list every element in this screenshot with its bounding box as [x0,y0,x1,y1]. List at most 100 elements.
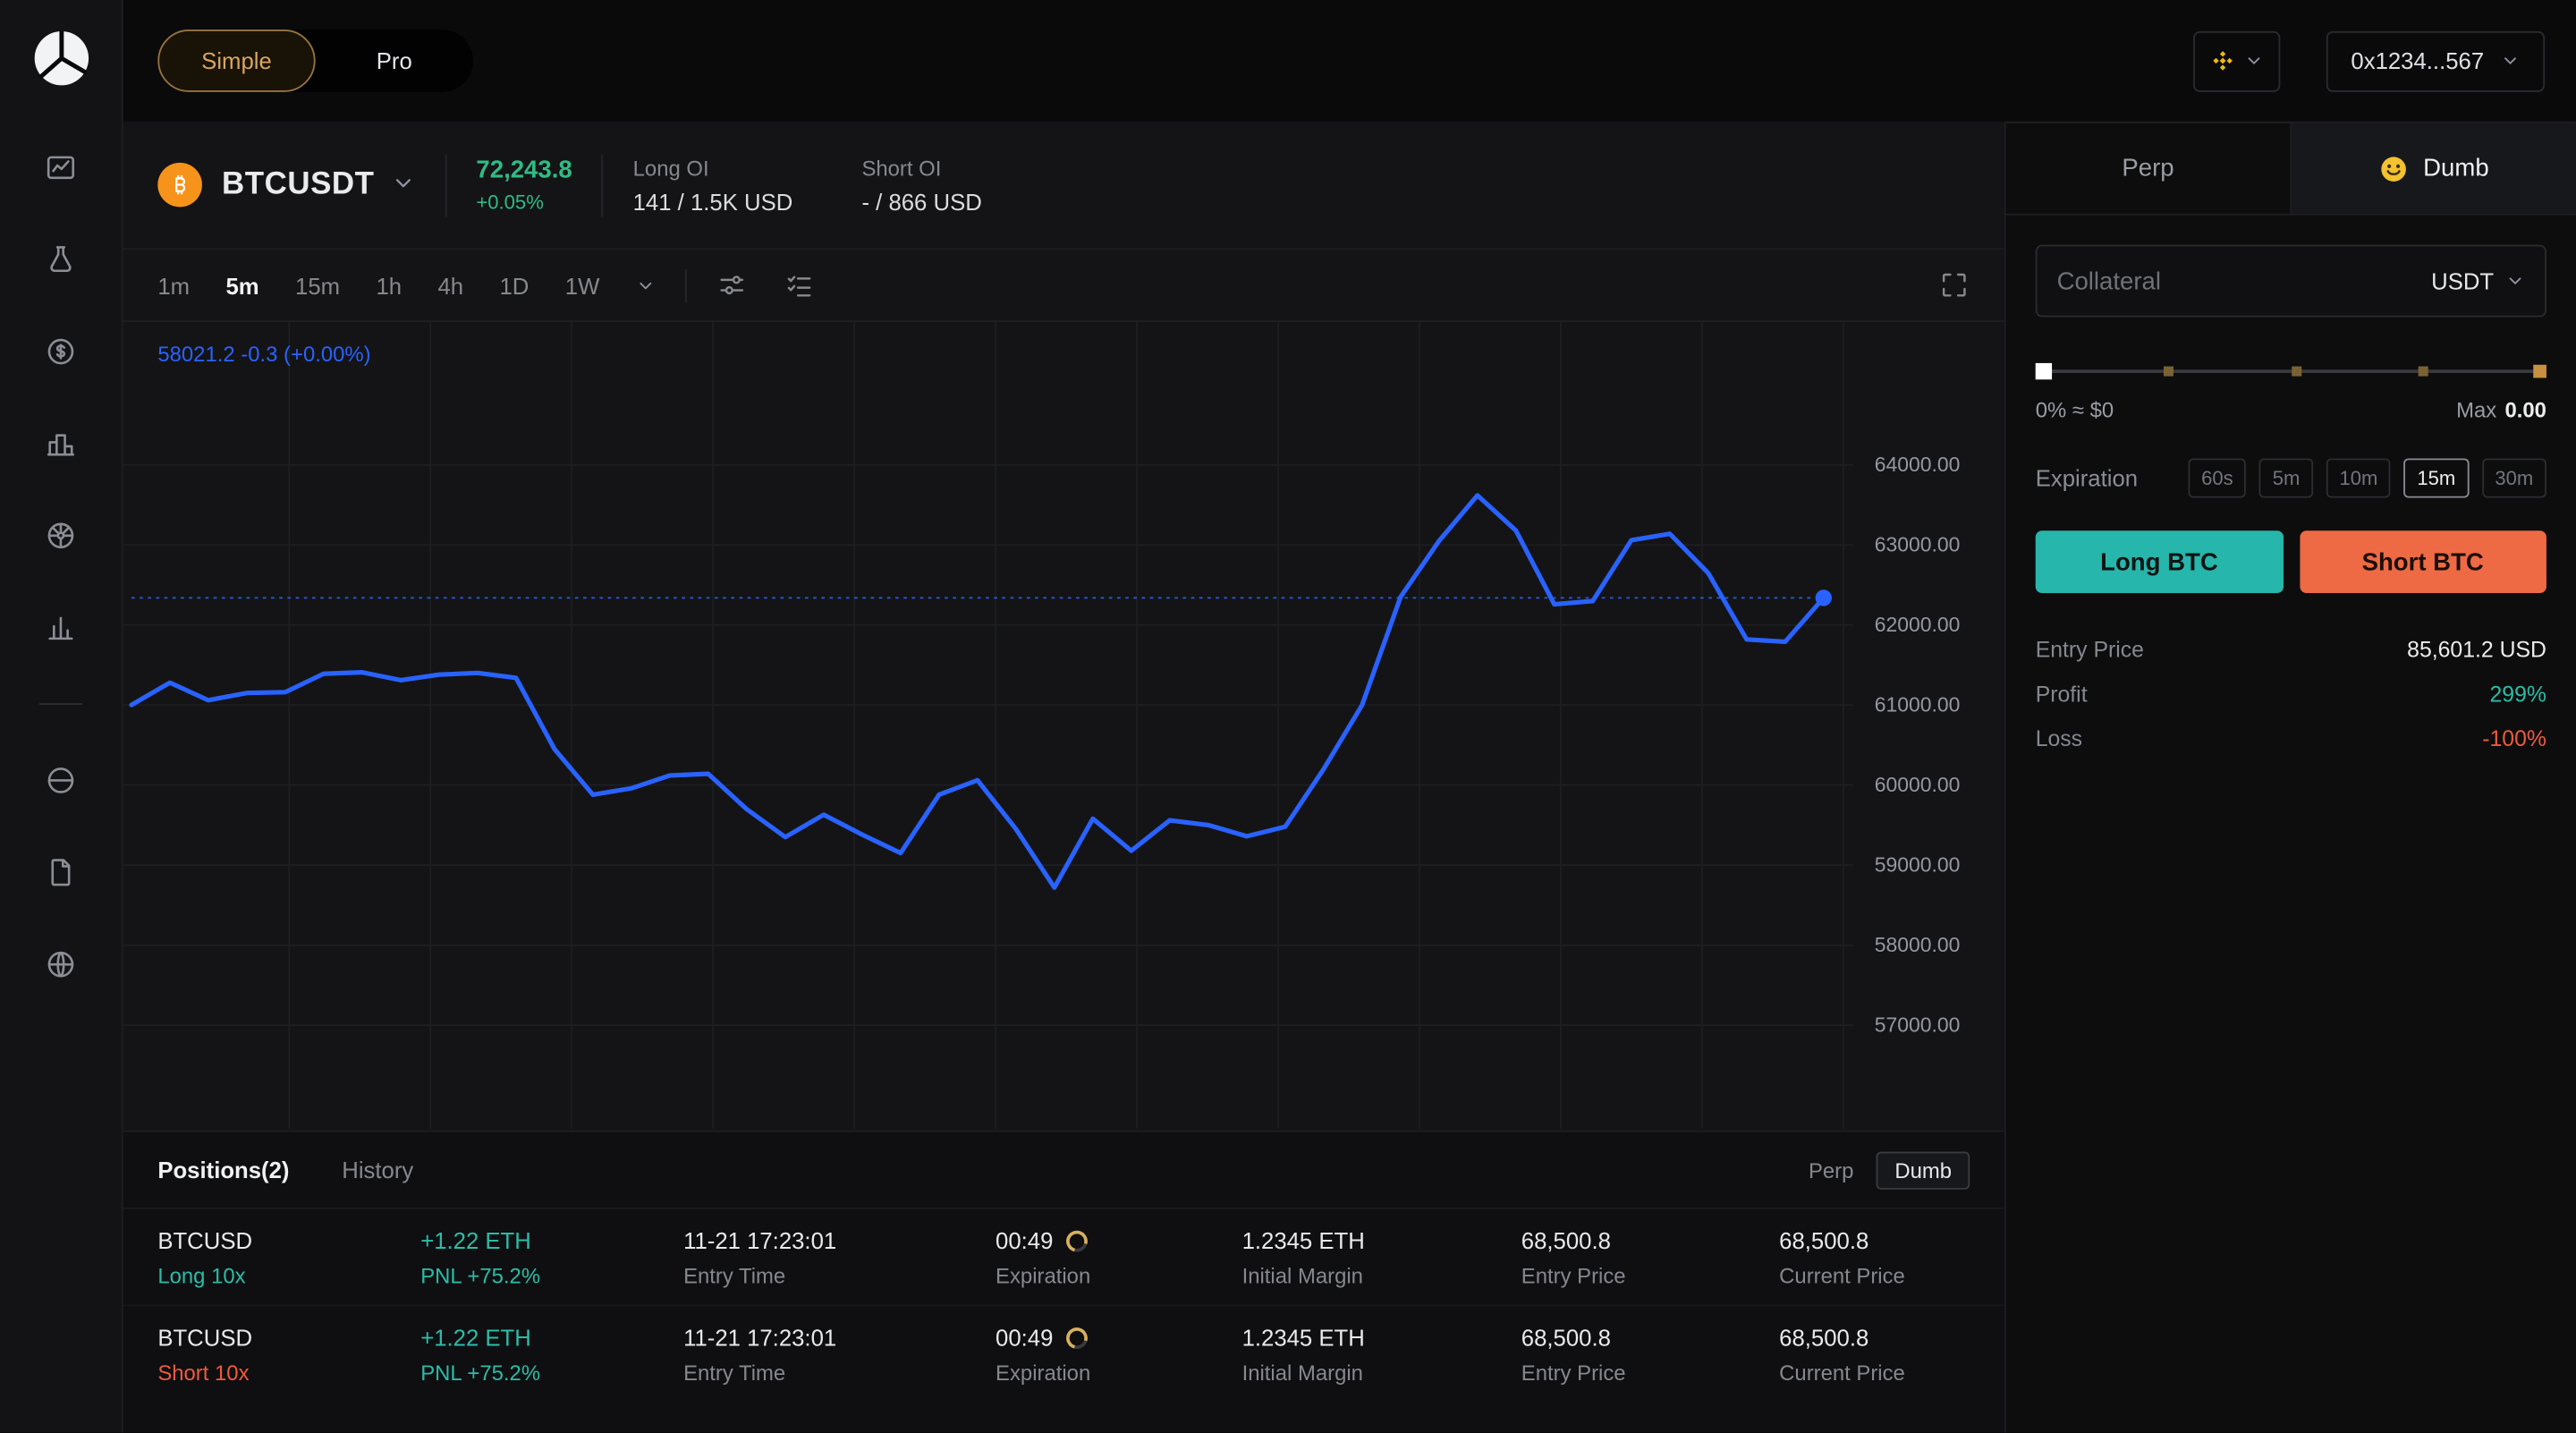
svg-text:62000.00: 62000.00 [1875,613,1961,636]
chart-toolbar: 1m 5m 15m 1h 4h 1D 1W [123,250,2004,322]
filter-perp-label[interactable]: Perp [1809,1157,1853,1183]
expiration-10m-button[interactable]: 10m [2326,458,2391,497]
timeframe-more-chevron-icon[interactable] [636,276,656,295]
short-oi-value: - / 866 USD [861,188,981,214]
fullscreen-icon[interactable] [1938,269,1970,301]
position-expiration: 00:49 [996,1324,1053,1350]
position-pnl-amount: +1.22 ETH [420,1324,683,1350]
slider-thumb[interactable] [2036,363,2052,379]
filter-dumb-button[interactable]: Dumb [1877,1151,1970,1189]
positions-tabbar: Positions(2) History Perp Dumb [123,1132,2004,1209]
timeframe-1w[interactable]: 1W [565,272,600,298]
collateral-placeholder: Collateral [2057,267,2161,294]
tab-perp[interactable]: Perp [2006,123,2292,214]
expiration-label: Expiration [2036,465,2138,491]
entry-price-label: Entry Price [2036,638,2144,663]
long-oi-label: Long OI [633,156,793,181]
divider [445,154,447,216]
expiration-60s-button[interactable]: 60s [2188,458,2246,497]
timeframe-1h[interactable]: 1h [376,272,402,298]
divider [602,154,604,216]
position-entry-price: 68,500.8 [1521,1324,1779,1350]
collateral-input[interactable]: Collateral USDT [2036,245,2546,318]
app-logo-icon[interactable] [30,28,91,89]
docs-icon[interactable] [45,856,78,889]
market-panel: BTCUSDT 72,243.8 +0.05% Long OI 141 / 1.… [123,122,2004,1131]
expiration-15m-button[interactable]: 15m [2404,458,2469,497]
positions-panel: Positions(2) History Perp Dumb BTCUSD Lo… [123,1131,2004,1433]
timeframe-4h[interactable]: 4h [437,272,463,298]
position-row[interactable]: BTCUSD Short 10x +1.22 ETH PNL +75.2% 11… [123,1304,2004,1401]
divider [685,268,687,301]
tab-dumb-label: Dumb [2423,155,2488,182]
position-pnl-amount: +1.22 ETH [420,1227,683,1253]
timeframe-1m[interactable]: 1m [157,272,190,298]
slider-max-value: 0.00 [2504,397,2546,422]
wallet-address-button[interactable]: 0x1234...567 [2326,30,2545,91]
chain-selector-button[interactable] [2193,30,2280,91]
long-oi-value: 141 / 1.5K USD [633,188,793,214]
price-chart[interactable]: 58021.2 -0.3 (+0.00%) 64000.0063000.0062… [123,322,2004,1129]
countdown-ring-icon [1063,1323,1092,1352]
tab-history[interactable]: History [342,1157,413,1183]
timeframe-1d[interactable]: 1D [500,272,530,298]
sidebar-divider [39,703,82,705]
entry-time-label: Entry Time [683,1361,996,1386]
profit-label: Profit [2036,682,2088,707]
entry-price-label: Entry Price [1521,1263,1779,1288]
long-btc-button[interactable]: Long BTC [2036,530,2283,593]
expiration-5m-button[interactable]: 5m [2259,458,2313,497]
countdown-ring-icon [1063,1225,1092,1255]
chevron-down-icon [2505,271,2525,291]
market-header: BTCUSDT 72,243.8 +0.05% Long OI 141 / 1.… [123,122,2004,250]
chevron-down-icon [2244,51,2264,71]
pie-icon[interactable] [45,764,78,797]
pair-selector-chevron-icon[interactable] [391,170,416,199]
globe-icon[interactable] [45,948,78,981]
svg-text:59000.00: 59000.00 [1875,853,1961,877]
slider-mark-50 [2291,367,2301,377]
entry-time-label: Entry Time [683,1263,996,1288]
expiration-30m-button[interactable]: 30m [2482,458,2546,497]
chart-settings-icon[interactable] [716,269,748,301]
svg-text:57000.00: 57000.00 [1875,1013,1961,1036]
ecosystem-wheel-icon[interactable] [45,519,78,552]
svg-text:58000.00: 58000.00 [1875,933,1961,956]
mode-simple-button[interactable]: Simple [157,30,315,92]
timeframe-5m[interactable]: 5m [225,272,258,298]
trade-tabbar: Perp Dumb [2006,123,2576,216]
tab-dumb[interactable]: Dumb [2292,123,2576,214]
trade-panel: Perp Dumb Collateral USDT [2004,122,2576,1433]
entry-price-label: Entry Price [1521,1361,1779,1386]
indicators-list-icon[interactable] [784,269,815,301]
markets-chart-icon[interactable] [45,151,78,184]
position-symbol: BTCUSD [157,1227,420,1253]
position-row[interactable]: BTCUSD Long 10x +1.22 ETH PNL +75.2% 11-… [123,1209,2004,1305]
position-entry-time: 11-21 17:23:01 [683,1227,996,1253]
initial-margin-label: Initial Margin [1242,1361,1521,1386]
leverage-slider[interactable] [2036,360,2546,383]
position-current-price: 68,500.8 [1779,1227,1970,1253]
short-btc-button[interactable]: Short BTC [2300,530,2546,593]
svg-text:64000.00: 64000.00 [1875,453,1961,476]
timeframe-15m[interactable]: 15m [295,272,340,298]
bnb-diamond-icon [2209,47,2235,73]
position-entry-time: 11-21 17:23:01 [683,1324,996,1350]
short-oi-label: Short OI [861,156,981,181]
pair-symbol: BTCUSDT [222,166,375,202]
collateral-currency-selector[interactable]: USDT [2431,267,2525,293]
leaderboard-icon[interactable] [45,428,78,461]
mode-pro-button[interactable]: Pro [316,30,473,92]
stats-columns-icon[interactable] [45,611,78,644]
svg-text:61000.00: 61000.00 [1875,692,1961,716]
tab-positions[interactable]: Positions(2) [157,1157,289,1183]
profit-value: 299% [2490,682,2546,707]
loss-label: Loss [2036,726,2082,751]
position-initial-margin: 1.2345 ETH [1242,1324,1521,1350]
chevron-down-icon [2501,51,2521,71]
dumb-face-icon [2379,154,2409,183]
mode-switch: Simple Pro [157,30,473,92]
flask-icon[interactable] [45,243,78,276]
price-chart-svg[interactable]: 64000.0063000.0062000.0061000.0060000.00… [123,322,2004,1129]
earn-dollar-icon[interactable] [45,335,78,369]
